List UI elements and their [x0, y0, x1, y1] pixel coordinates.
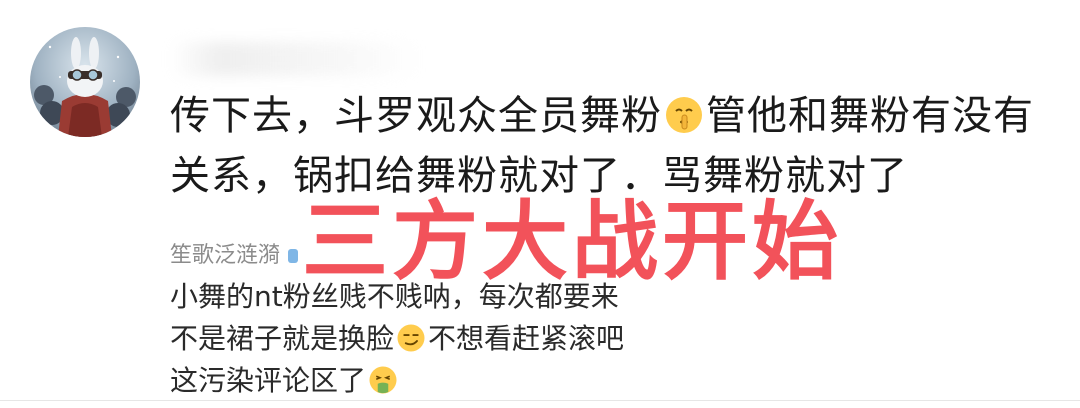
- vomit-emoji-icon: [368, 365, 398, 395]
- bottom-divider: [0, 400, 1080, 401]
- reply-line-3-text: 这污染评论区了: [170, 364, 367, 397]
- shushing-face-emoji-icon: [664, 95, 704, 135]
- bunny-avatar-icon[interactable]: [30, 27, 140, 137]
- vip-badge-icon: [288, 249, 299, 263]
- comment-line-1: 传下去，斗罗观众全员舞粉 管他和舞粉有没有: [170, 86, 1050, 146]
- reply-line-3: 这污染评论区了: [170, 360, 640, 402]
- smirk-emoji-icon: [396, 323, 426, 353]
- comment-line-1-part-2: 管他和舞粉有没有: [706, 93, 1034, 139]
- comment-line-1-part-1: 传下去，斗罗观众全员舞粉: [170, 93, 662, 139]
- headline-overlay: 三方大战开始: [302, 192, 842, 292]
- reply-line-2: 不是裙子就是换脸 不想看赶紧滚吧: [170, 318, 640, 360]
- reply-author-name[interactable]: 笙歌泛涟漪: [170, 243, 280, 268]
- main-comment-text: 传下去，斗罗观众全员舞粉 管他和舞粉有没有 关系，锅扣给舞粉就对了．骂舞粉就对了: [170, 86, 1050, 206]
- reply-line-2-part-2: 不想看赶紧滚吧: [428, 322, 625, 355]
- reply-text: 小舞的nt粉丝贱不贱呐，每次都要来 不是裙子就是换脸 不想看赶紧滚吧 这污染评论区…: [170, 276, 640, 402]
- username-redacted: [170, 42, 420, 76]
- avatar-illustration: [34, 37, 136, 137]
- reply-line-2-part-1: 不是裙子就是换脸: [170, 322, 395, 355]
